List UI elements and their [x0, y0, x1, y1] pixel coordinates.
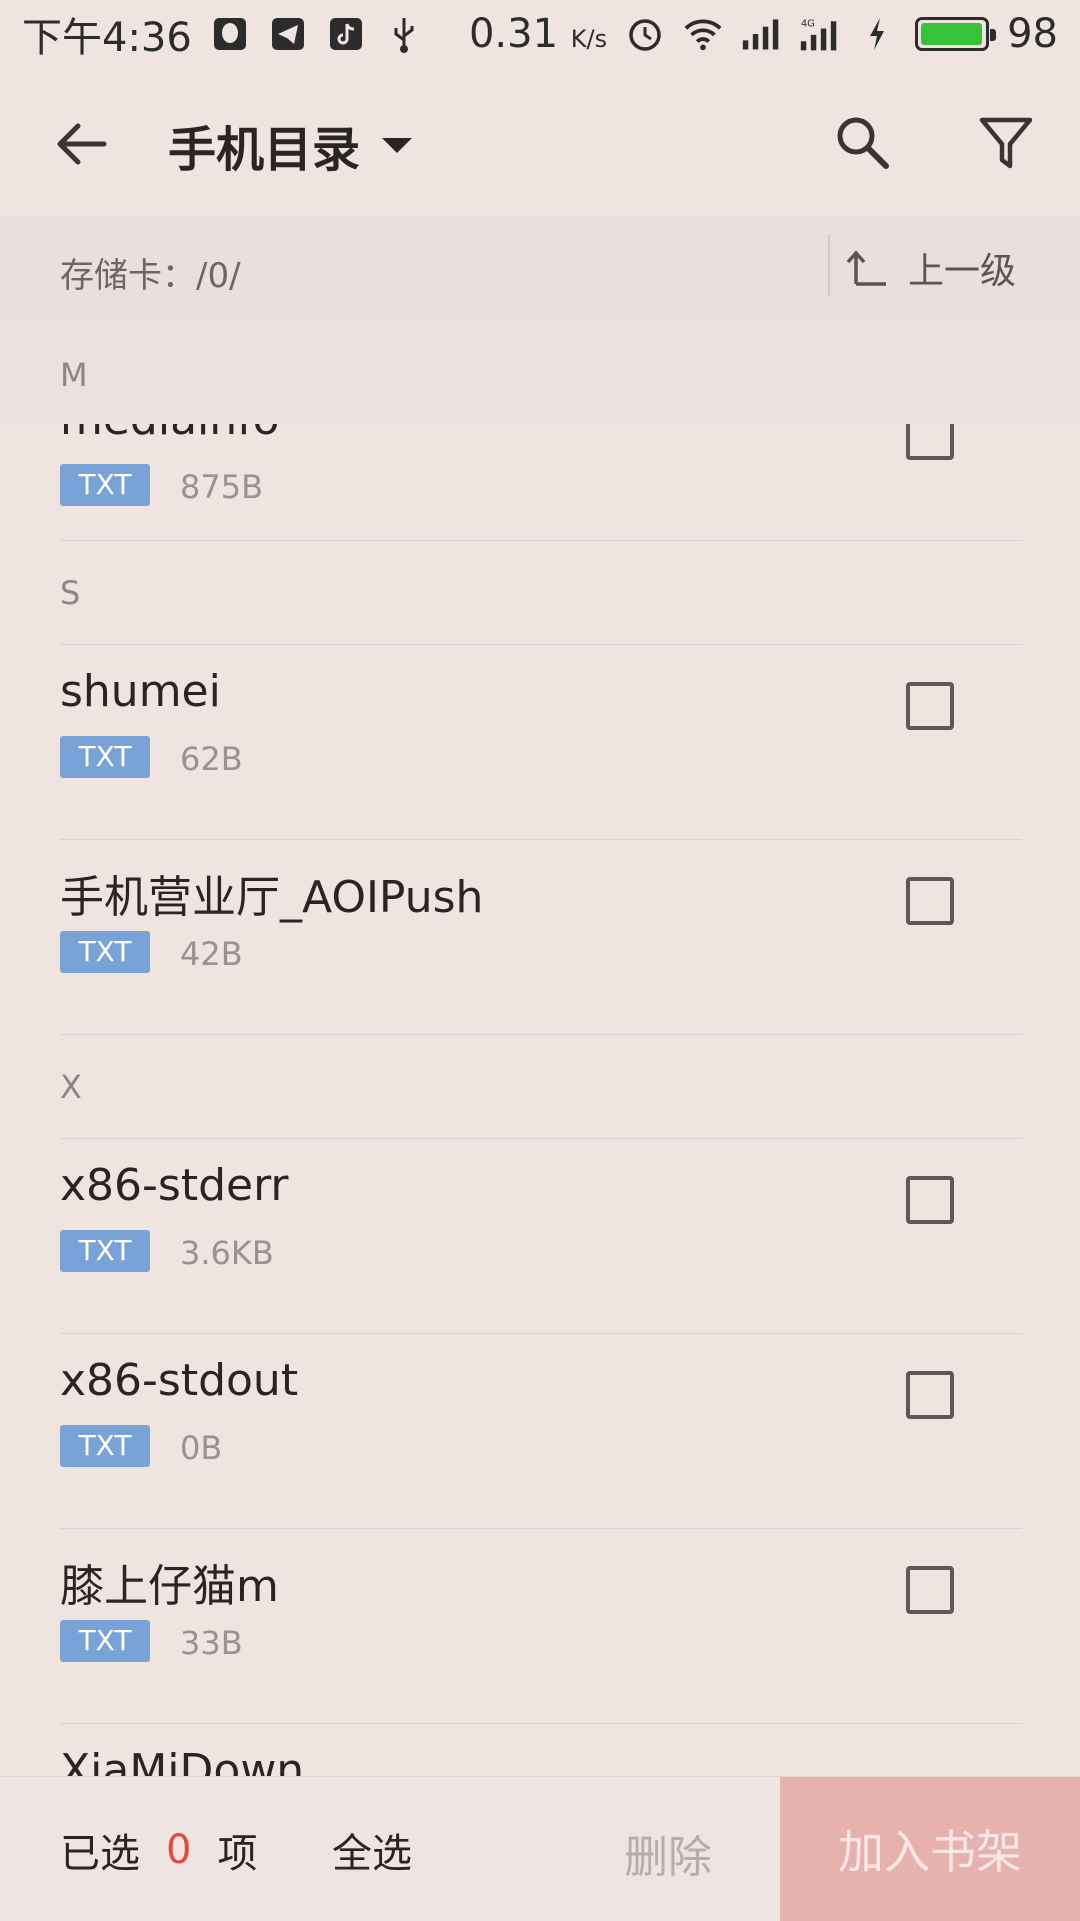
- file-size: 875B: [180, 468, 264, 506]
- dropdown-caret-icon: [382, 137, 413, 153]
- delete-button[interactable]: 删除: [624, 1821, 712, 1885]
- search-icon[interactable]: [832, 112, 892, 172]
- path-bar: 存储卡：/0/ 上一级: [0, 216, 1080, 321]
- back-arrow-icon[interactable]: [52, 114, 112, 174]
- file-type-badge: TXT: [60, 464, 150, 506]
- wifi-icon: [683, 14, 723, 54]
- status-time: 下午4:36: [22, 15, 192, 61]
- signal-icon: [741, 14, 781, 54]
- select-checkbox[interactable]: [906, 1566, 954, 1614]
- tiktok-icon: [326, 14, 366, 54]
- file-name: 手机营业厅_AOIPush: [60, 872, 484, 923]
- telegram-icon: [268, 14, 308, 54]
- select-checkbox[interactable]: [906, 682, 954, 730]
- list-item[interactable]: mediainfo TXT 875B: [60, 424, 1022, 541]
- list-item[interactable]: XiaMiDown: [60, 1723, 1022, 1776]
- file-name: 膝上仔猫m: [60, 1561, 279, 1612]
- status-bar: 下午4:36 0.31 K/s 4G 98: [0, 0, 1080, 68]
- battery-icon: [915, 17, 997, 51]
- file-type-badge: TXT: [60, 736, 150, 778]
- section-header: S: [60, 540, 1022, 645]
- up-level-icon: [846, 250, 886, 286]
- file-name: x86-stderr: [60, 1160, 289, 1211]
- top-toolbar: 手机目录: [0, 68, 1080, 216]
- select-checkbox[interactable]: [906, 1176, 954, 1224]
- storage-path: 存储卡：/0/: [60, 256, 241, 296]
- file-name: x86-stdout: [60, 1355, 299, 1406]
- list-item[interactable]: 膝上仔猫m TXT 33B: [60, 1528, 1022, 1724]
- list-item[interactable]: 手机营业厅_AOIPush TXT 42B: [60, 839, 1022, 1035]
- signal-4g-icon: 4G: [799, 14, 839, 54]
- qq-icon: [210, 14, 250, 54]
- divider: [828, 234, 830, 296]
- bottom-action-bar: 已选 0 项 全选 删除 加入书架: [0, 1776, 1080, 1921]
- usb-icon: [384, 14, 424, 54]
- page-title: 手机目录: [168, 122, 361, 178]
- selected-count: 0: [166, 1827, 192, 1873]
- list-item[interactable]: x86-stdout TXT 0B: [60, 1333, 1022, 1529]
- up-level-button[interactable]: 上一级: [846, 238, 1016, 298]
- file-type-badge: TXT: [60, 1230, 150, 1272]
- file-size: 62B: [180, 740, 243, 778]
- file-type-badge: TXT: [60, 1425, 150, 1467]
- battery-percent: 98: [1007, 11, 1058, 57]
- file-size: 3.6KB: [180, 1234, 274, 1272]
- selected-count-label: 已选 0 项: [60, 1827, 258, 1877]
- file-type-badge: TXT: [60, 1620, 150, 1662]
- filter-icon[interactable]: [976, 112, 1036, 172]
- section-letter: M: [60, 356, 88, 394]
- file-name: mediainfo: [60, 424, 280, 445]
- up-level-label: 上一级: [908, 251, 1017, 292]
- section-letter: S: [60, 574, 81, 612]
- add-to-shelf-button[interactable]: 加入书架: [780, 1777, 1080, 1921]
- file-list[interactable]: mediainfo TXT 875B S shumei TXT 62B 手机营业…: [0, 424, 1080, 1776]
- file-size: 33B: [180, 1624, 243, 1662]
- file-name: shumei: [60, 666, 221, 717]
- section-letter: X: [60, 1068, 82, 1106]
- file-size: 0B: [180, 1429, 223, 1467]
- charging-icon: [857, 14, 897, 54]
- sticky-section-header: M: [0, 320, 1080, 424]
- select-checkbox[interactable]: [906, 424, 954, 460]
- network-speed: 0.31 K/s: [468, 11, 608, 57]
- file-size: 42B: [180, 935, 243, 973]
- select-all-button[interactable]: 全选: [332, 1821, 412, 1879]
- select-checkbox[interactable]: [906, 877, 954, 925]
- section-header: X: [60, 1034, 1022, 1139]
- svg-text:4G: 4G: [801, 19, 815, 30]
- list-item[interactable]: shumei TXT 62B: [60, 644, 1022, 840]
- file-name: XiaMiDown: [60, 1745, 305, 1776]
- file-type-badge: TXT: [60, 931, 150, 973]
- battery-fill: [921, 23, 982, 45]
- alarm-icon: [625, 14, 665, 54]
- directory-dropdown[interactable]: 手机目录: [168, 110, 413, 180]
- list-item[interactable]: x86-stderr TXT 3.6KB: [60, 1138, 1022, 1334]
- select-checkbox[interactable]: [906, 1371, 954, 1419]
